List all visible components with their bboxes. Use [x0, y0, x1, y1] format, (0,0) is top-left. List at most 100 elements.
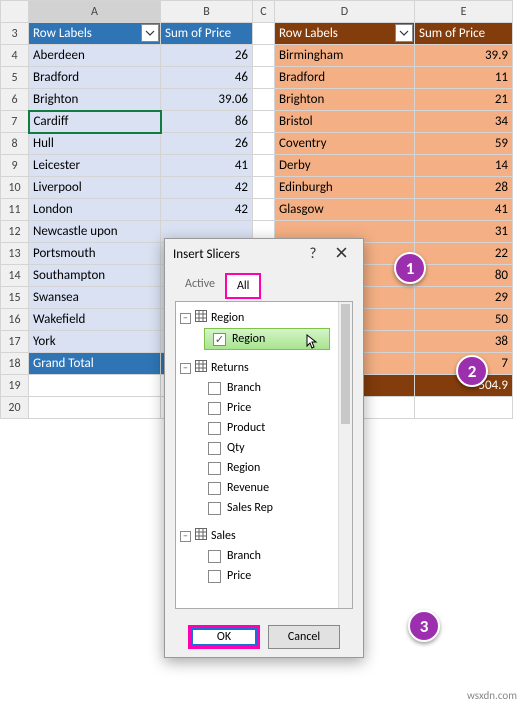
cell[interactable]: Edinburgh: [275, 177, 415, 199]
cell[interactable]: Newcastle upon: [29, 221, 161, 243]
cell[interactable]: [253, 177, 275, 199]
cell[interactable]: 21: [415, 89, 513, 111]
cell[interactable]: [253, 23, 275, 45]
cell[interactable]: 31: [415, 221, 513, 243]
cell[interactable]: [253, 155, 275, 177]
col-header-B[interactable]: B: [161, 1, 253, 23]
cell[interactable]: Bristol: [275, 111, 415, 133]
cell[interactable]: [253, 45, 275, 67]
checkbox[interactable]: [208, 422, 221, 435]
row-header[interactable]: 16: [1, 309, 29, 331]
collapse-icon[interactable]: −: [180, 313, 191, 324]
row-header[interactable]: 11: [1, 199, 29, 221]
cell[interactable]: Glasgow: [275, 199, 415, 221]
cell[interactable]: 26: [161, 45, 253, 67]
cell[interactable]: 22: [415, 243, 513, 265]
row-header[interactable]: 10: [1, 177, 29, 199]
cell[interactable]: Brighton: [29, 89, 161, 111]
cell[interactable]: Aberdeen: [29, 45, 161, 67]
field-item[interactable]: Qty: [208, 438, 334, 458]
row-header[interactable]: 3: [1, 23, 29, 45]
cell[interactable]: [253, 133, 275, 155]
cell[interactable]: 34: [415, 111, 513, 133]
field-item[interactable]: Region: [204, 328, 330, 350]
col-header-C[interactable]: C: [253, 1, 275, 23]
cell[interactable]: 46: [161, 67, 253, 89]
row-header[interactable]: 4: [1, 45, 29, 67]
cell[interactable]: London: [29, 199, 161, 221]
cell[interactable]: Sum of Price: [415, 23, 513, 45]
cell[interactable]: Portsmouth: [29, 243, 161, 265]
scrollbar-thumb[interactable]: [341, 304, 350, 424]
close-button[interactable]: [327, 245, 355, 263]
cell[interactable]: 38: [415, 331, 513, 353]
select-all-corner[interactable]: [1, 1, 29, 23]
group-header[interactable]: −Sales: [180, 526, 334, 546]
cell[interactable]: 26: [161, 133, 253, 155]
cell[interactable]: 42: [161, 199, 253, 221]
checkbox[interactable]: [213, 333, 226, 346]
col-header-D[interactable]: D: [275, 1, 415, 23]
field-item[interactable]: Price: [208, 566, 334, 586]
filter-dropdown-icon[interactable]: [141, 24, 159, 42]
cell[interactable]: Liverpool: [29, 177, 161, 199]
cell[interactable]: [253, 111, 275, 133]
row-header[interactable]: 18: [1, 353, 29, 375]
group-header[interactable]: −Returns: [180, 358, 334, 378]
field-item[interactable]: Region: [208, 458, 334, 478]
tab-all[interactable]: All: [225, 273, 261, 299]
cell[interactable]: 11: [415, 67, 513, 89]
cancel-button[interactable]: Cancel: [268, 625, 340, 649]
cell[interactable]: Bradford: [275, 67, 415, 89]
cell[interactable]: Hull: [29, 133, 161, 155]
cell[interactable]: [253, 67, 275, 89]
row-header[interactable]: 17: [1, 331, 29, 353]
cell[interactable]: Grand Total: [29, 353, 161, 375]
tab-active[interactable]: Active: [175, 273, 225, 299]
cell[interactable]: 50: [415, 309, 513, 331]
row-header[interactable]: 7: [1, 111, 29, 133]
checkbox[interactable]: [208, 550, 221, 563]
cell[interactable]: 42: [161, 177, 253, 199]
row-header[interactable]: 8: [1, 133, 29, 155]
row-header[interactable]: 14: [1, 265, 29, 287]
checkbox[interactable]: [208, 502, 221, 515]
cell[interactable]: [29, 397, 161, 419]
checkbox[interactable]: [208, 402, 221, 415]
cell[interactable]: 14: [415, 155, 513, 177]
checkbox[interactable]: [208, 482, 221, 495]
cell[interactable]: 41: [415, 199, 513, 221]
cell[interactable]: [253, 89, 275, 111]
field-item[interactable]: Branch: [208, 378, 334, 398]
collapse-icon[interactable]: −: [180, 531, 191, 542]
cell[interactable]: York: [29, 331, 161, 353]
collapse-icon[interactable]: −: [180, 363, 191, 374]
help-button[interactable]: ?: [299, 245, 327, 263]
ok-button[interactable]: OK: [188, 625, 260, 649]
field-item[interactable]: Price: [208, 398, 334, 418]
cell[interactable]: Row Labels: [275, 23, 415, 45]
cell[interactable]: Birmingham: [275, 45, 415, 67]
cell[interactable]: Swansea: [29, 287, 161, 309]
cell[interactable]: 39.06: [161, 89, 253, 111]
cell[interactable]: 28: [415, 177, 513, 199]
row-header[interactable]: 15: [1, 287, 29, 309]
cell[interactable]: Bradford: [29, 67, 161, 89]
field-item[interactable]: Revenue: [208, 478, 334, 498]
field-item[interactable]: Product: [208, 418, 334, 438]
cell[interactable]: [29, 375, 161, 397]
cell[interactable]: [253, 199, 275, 221]
field-item[interactable]: Branch: [208, 546, 334, 566]
cell[interactable]: 41: [161, 155, 253, 177]
cell[interactable]: Leicester: [29, 155, 161, 177]
row-header[interactable]: 9: [1, 155, 29, 177]
field-item[interactable]: Sales Rep: [208, 498, 334, 518]
cell[interactable]: Row Labels: [29, 23, 161, 45]
cell[interactable]: Southampton: [29, 265, 161, 287]
cell[interactable]: Brighton: [275, 89, 415, 111]
dialog-titlebar[interactable]: Insert Slicers ?: [165, 239, 363, 269]
checkbox[interactable]: [208, 442, 221, 455]
cell[interactable]: 80: [415, 265, 513, 287]
cell[interactable]: Sum of Price: [161, 23, 253, 45]
col-header-E[interactable]: E: [415, 1, 513, 23]
